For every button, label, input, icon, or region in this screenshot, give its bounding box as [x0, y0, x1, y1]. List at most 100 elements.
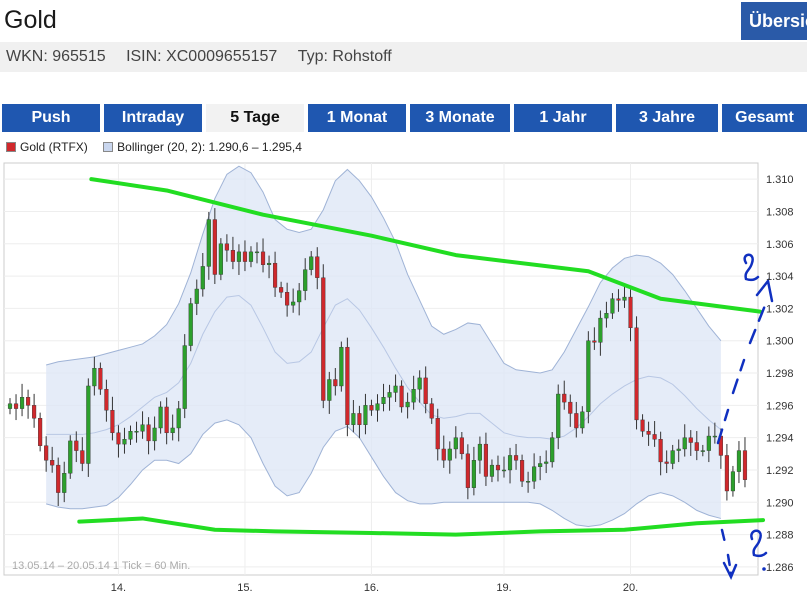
- candle-body: [32, 405, 37, 419]
- candle-body: [724, 455, 729, 492]
- candle-body: [405, 401, 410, 408]
- candle-body: [74, 440, 79, 451]
- candle-body: [652, 434, 657, 440]
- candle-body: [146, 424, 151, 442]
- candle-body: [556, 393, 561, 438]
- y-tick-label: 1.300: [766, 336, 794, 348]
- candle-body: [694, 442, 699, 451]
- candle-body: [273, 262, 278, 288]
- candle-body: [387, 392, 392, 398]
- tab-3-jahre[interactable]: 3 Jahre: [616, 104, 718, 132]
- x-tick-label: 16.: [364, 582, 379, 594]
- candle-body: [501, 469, 507, 472]
- candle-body: [236, 251, 242, 262]
- candle-body: [62, 473, 67, 493]
- candle-body: [628, 296, 633, 328]
- isin-label: ISIN: XC0009655157: [126, 48, 278, 65]
- candle-body: [86, 385, 91, 464]
- candle-body: [26, 397, 31, 406]
- y-tick-label: 1.304: [766, 271, 794, 283]
- candle-body: [513, 455, 519, 461]
- timeframe-tabs: Push Intraday 5 Tage 1 Monat 3 Monate 1 …: [0, 104, 807, 132]
- candle-body: [658, 439, 663, 463]
- y-tick-label: 1.302: [766, 303, 794, 315]
- wkn-label: WKN: 965515: [6, 48, 106, 65]
- legend-item-bollinger: Bollinger (20, 2): 1.290,6 – 1.295,4: [103, 140, 302, 154]
- y-tick-label: 1.294: [766, 433, 794, 445]
- y-tick-label: 1.310: [766, 174, 794, 186]
- candle-body: [532, 466, 537, 482]
- candle-body: [538, 463, 543, 467]
- candle-body: [712, 435, 717, 438]
- candle-body: [423, 377, 428, 404]
- candle-body: [568, 401, 573, 414]
- candle-body: [164, 406, 169, 434]
- candle-body: [224, 243, 229, 251]
- candle-body: [194, 288, 199, 304]
- candle-body: [682, 437, 687, 450]
- candle-body: [471, 460, 476, 488]
- candle-body: [447, 448, 452, 461]
- x-tick-label: 15.: [237, 582, 252, 594]
- y-tick-label: 1.298: [766, 368, 794, 380]
- candle-body: [333, 379, 338, 387]
- candle-body: [670, 450, 675, 464]
- candle-body: [327, 379, 332, 401]
- candle-body: [176, 408, 181, 429]
- candle-body: [110, 409, 115, 434]
- candle-body: [550, 437, 555, 463]
- candle-body: [50, 460, 55, 466]
- candle-body: [303, 269, 308, 291]
- legend-item-gold: Gold (RTFX): [6, 140, 88, 154]
- candle-body: [459, 437, 464, 455]
- candle-body: [574, 413, 579, 429]
- candle-body: [152, 427, 157, 442]
- y-tick-label: 1.296: [766, 400, 794, 412]
- candle-body: [664, 461, 669, 464]
- candle-body: [483, 443, 488, 477]
- x-tick-label: 19.: [496, 582, 511, 594]
- price-chart: 1.286 1.288 1.290 1.292 1.294 1.296 1.298 1.300…: [3, 162, 794, 594]
- candle-body: [435, 418, 440, 450]
- candle-body: [291, 301, 296, 306]
- candle-body: [68, 440, 73, 474]
- y-tick-label: 1.290: [766, 497, 794, 509]
- candle-body: [646, 431, 651, 435]
- instrument-meta: WKN: 965515 ISIN: XC0009655157 Typ: Rohs…: [0, 42, 807, 72]
- candle-body: [122, 439, 127, 445]
- candle-body: [616, 298, 621, 301]
- tab-1-monat[interactable]: 1 Monat: [308, 104, 406, 132]
- candle-body: [507, 455, 513, 471]
- tab-intraday[interactable]: Intraday: [104, 104, 202, 132]
- candle-body: [182, 345, 187, 409]
- candle-body: [441, 448, 446, 461]
- candle-body: [7, 403, 13, 409]
- candle-body: [188, 303, 193, 346]
- candle-body: [477, 443, 482, 461]
- tab-5-tage[interactable]: 5 Tage: [206, 104, 304, 132]
- tab-3-monate[interactable]: 3 Monate: [410, 104, 510, 132]
- candle-body: [218, 243, 223, 275]
- x-tick-label: 14.: [111, 582, 126, 594]
- candle-body: [297, 290, 302, 303]
- candle-body: [544, 461, 549, 464]
- candle-body: [345, 346, 350, 425]
- candle-body: [688, 437, 693, 443]
- x-tick-label: 20.: [623, 582, 638, 594]
- candle-body: [285, 292, 290, 306]
- candle-body: [19, 397, 25, 409]
- candle-body: [562, 393, 567, 403]
- legend-label-gold: Gold (RTFX): [20, 140, 88, 154]
- candle-body: [98, 367, 103, 390]
- candle-body: [13, 403, 19, 409]
- tab-1-jahr[interactable]: 1 Jahr: [514, 104, 612, 132]
- chart-footer: 13.05.14 – 20.05.14 1 Tick = 60 Min.: [12, 560, 190, 572]
- overview-button[interactable]: Übersicht: [741, 2, 807, 40]
- tab-gesamt[interactable]: Gesamt: [722, 104, 807, 132]
- tab-push[interactable]: Push: [2, 104, 100, 132]
- candle-body: [393, 385, 398, 393]
- candle-body: [38, 418, 43, 446]
- y-tick-label: 1.306: [766, 239, 794, 251]
- candle-body: [700, 450, 705, 452]
- candle-body: [44, 445, 49, 461]
